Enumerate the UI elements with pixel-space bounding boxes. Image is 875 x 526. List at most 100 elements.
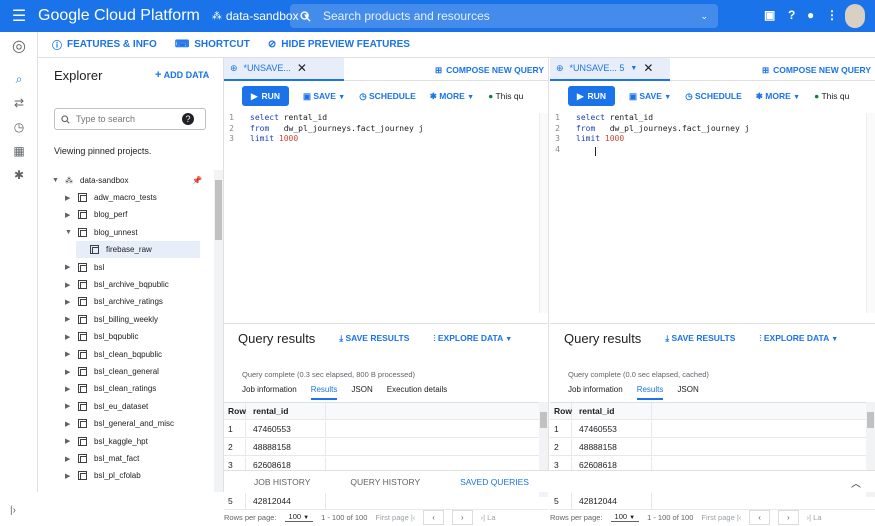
query-tab[interactable]: ⊕ *UNSAVE... ✕ — [224, 57, 344, 81]
features-info-button[interactable]: ⓘ FEATURES & INFO — [52, 37, 157, 52]
tree-dataset-row[interactable]: ▶ bsl_clean_general — [65, 363, 159, 380]
collapse-arrow-icon[interactable]: ▶ — [65, 298, 71, 306]
transfers-icon[interactable]: ⇄ — [0, 96, 38, 110]
tree-dataset-row[interactable]: ▶ bsl_billing_weekly — [65, 311, 158, 328]
compose-new-query-button[interactable]: ⊞ COMPOSE NEW QUERY — [762, 65, 871, 76]
rental-id-cell[interactable]: 42812044 — [572, 492, 652, 510]
editor-scrollbar[interactable] — [866, 113, 875, 313]
collapse-arrow-icon[interactable]: ▶ — [65, 281, 71, 289]
save-results-button[interactable]: ⤓ SAVE RESULTS — [665, 333, 735, 344]
avatar[interactable] — [845, 4, 865, 28]
tree-dataset-row[interactable]: ▶ bsl_archive_ratings — [65, 293, 163, 310]
notifications-icon[interactable]: ● — [807, 8, 814, 22]
explore-data-button[interactable]: ⫶ EXPLORE DATA ▼ — [433, 333, 512, 344]
tree-dataset-row[interactable]: ▶ bsl_bqpublic — [65, 328, 138, 345]
last-page-button[interactable]: ›| La — [481, 513, 496, 522]
collapse-arrow-icon[interactable]: ▶ — [65, 437, 71, 445]
saved-queries-tab[interactable]: SAVED QUERIES — [460, 477, 529, 487]
explorer-scrollbar[interactable] — [214, 170, 223, 492]
tree-dataset-row[interactable]: ▶ adw_macro_tests — [65, 189, 157, 206]
search-input[interactable] — [323, 9, 689, 23]
expand-arrow-icon[interactable]: ▼ — [52, 177, 59, 184]
tree-dataset-row[interactable]: ▶ bsl_mat_fact — [65, 450, 139, 467]
tree-dataset-row[interactable]: ▶ bsl — [65, 259, 104, 276]
chevron-down-icon[interactable]: ▼ — [630, 65, 637, 72]
rental-id-cell[interactable]: 47460553 — [246, 420, 326, 438]
collapse-arrow-icon[interactable]: ▶ — [65, 350, 71, 358]
column-header-rental-id[interactable]: rental_id — [246, 402, 326, 420]
compose-new-query-button[interactable]: ⊞ COMPOSE NEW QUERY — [435, 65, 544, 76]
results-subtab[interactable]: JSON — [351, 385, 372, 400]
scrollbar-thumb[interactable] — [540, 412, 547, 428]
cloud-shell-icon[interactable]: ▣ — [764, 8, 775, 22]
collapse-arrow-icon[interactable]: ▶ — [65, 263, 71, 271]
settings-icon[interactable]: ✱ — [0, 168, 38, 182]
explorer-search[interactable]: ? — [54, 108, 206, 130]
results-subtab[interactable]: Results — [636, 385, 664, 400]
collapse-arrow-icon[interactable]: ▶ — [65, 315, 71, 323]
help-icon[interactable]: ? — [788, 8, 795, 22]
first-page-button[interactable]: First page |‹ — [375, 513, 415, 522]
tree-dataset-row[interactable]: ▶ blog_perf — [65, 206, 127, 223]
app-title[interactable]: Google Cloud Platform — [38, 7, 200, 25]
prev-page-button[interactable]: ‹ — [423, 509, 444, 525]
run-button[interactable]: ▶ RUN — [242, 86, 289, 106]
tree-dataset-row[interactable]: ▶ bsl_eu_dataset — [65, 398, 148, 415]
tree-dataset-row[interactable]: ▶ bsl_pl_cfolab — [65, 467, 141, 484]
scrollbar-thumb[interactable] — [867, 412, 874, 428]
results-subtab[interactable]: Execution details — [387, 385, 447, 400]
collapse-arrow-icon[interactable]: ▶ — [65, 385, 71, 393]
scrollbar-thumb[interactable] — [215, 180, 222, 240]
add-data-button[interactable]: + ADD DATA — [155, 69, 209, 81]
next-page-button[interactable]: › — [777, 509, 799, 525]
explore-data-button[interactable]: ⫶ EXPLORE DATA ▼ — [759, 333, 838, 344]
more-button[interactable]: ✱ MORE ▼ — [756, 91, 800, 102]
editor-scrollbar[interactable] — [539, 113, 548, 313]
column-header-rental-id[interactable]: rental_id — [572, 402, 652, 420]
close-icon[interactable]: ✕ — [297, 61, 307, 75]
query-tab[interactable]: ⊕ *UNSAVE... 5 ▼ ✕ — [550, 57, 670, 81]
rental-id-cell[interactable]: 48888158 — [246, 438, 326, 456]
results-subtab[interactable]: JSON — [677, 385, 698, 400]
rental-id-cell[interactable]: 42812044 — [246, 492, 326, 510]
page-size-select[interactable]: 100 ▼ — [284, 512, 314, 522]
collapse-arrow-icon[interactable]: ▶ — [65, 472, 71, 480]
product-search[interactable]: ⌄ — [290, 4, 718, 28]
pin-icon[interactable]: 📌 — [192, 176, 202, 185]
collapse-arrow-icon[interactable]: ▶ — [65, 333, 71, 341]
help-icon[interactable]: ? — [182, 113, 194, 125]
save-results-button[interactable]: ⤓ SAVE RESULTS — [339, 333, 409, 344]
history-icon[interactable]: ◷ — [0, 120, 38, 134]
sql-editor[interactable]: 1 select rental_id 2 from dw_pl_journeys… — [550, 113, 875, 320]
schedule-button[interactable]: ◷ SCHEDULE — [359, 91, 416, 102]
shortcut-button[interactable]: ⌨ SHORTCUT — [175, 39, 250, 50]
save-button[interactable]: ▣ SAVE ▼ — [629, 91, 671, 102]
tree-dataset-row[interactable]: ▶ bsl_clean_ratings — [65, 380, 156, 397]
expand-arrow-icon[interactable]: ▼ — [65, 229, 72, 236]
search-expand-icon[interactable]: ⌄ — [700, 11, 718, 22]
tree-dataset-row[interactable]: ▼ blog_unnest — [65, 224, 138, 241]
close-icon[interactable]: ✕ — [643, 61, 653, 75]
tree-dataset-row[interactable]: ▶ bsl_clean_bqpublic — [65, 346, 162, 363]
hide-preview-button[interactable]: ⊘ HIDE PREVIEW FEATURES — [268, 39, 410, 50]
results-subtab[interactable]: Job information — [242, 385, 297, 400]
collapse-arrow-icon[interactable]: ▶ — [65, 194, 71, 202]
hamburger-menu-icon[interactable]: ☰ — [0, 6, 38, 26]
first-page-button[interactable]: First page |‹ — [701, 513, 741, 522]
sql-editor[interactable]: 1 select rental_id 2 from dw_pl_journeys… — [224, 113, 548, 320]
tree-dataset-row[interactable]: ▶ bsl_kaggle_hpt — [65, 433, 148, 450]
collapse-arrow-icon[interactable]: ▶ — [65, 368, 71, 376]
job-history-tab[interactable]: JOB HISTORY — [254, 477, 310, 487]
results-subtab[interactable]: Job information — [568, 385, 623, 400]
chevron-up-icon[interactable]: ︿ — [851, 475, 861, 490]
rental-id-cell[interactable]: 48888158 — [572, 438, 652, 456]
collapse-arrow-icon[interactable]: ▶ — [65, 211, 71, 219]
save-button[interactable]: ▣ SAVE ▼ — [303, 91, 345, 102]
collapse-arrow-icon[interactable]: ▶ — [65, 420, 71, 428]
expand-nav-icon[interactable]: |› — [10, 505, 16, 516]
tree-project-row[interactable]: ▼ ⁂ data-sandbox 📌 — [52, 172, 212, 189]
collapse-arrow-icon[interactable]: ▶ — [65, 402, 71, 410]
run-button[interactable]: ▶ RUN — [568, 86, 615, 106]
tree-dataset-row[interactable]: ▶ bsl_archive_bqpublic — [65, 276, 169, 293]
query-history-tab[interactable]: QUERY HISTORY — [350, 477, 420, 487]
